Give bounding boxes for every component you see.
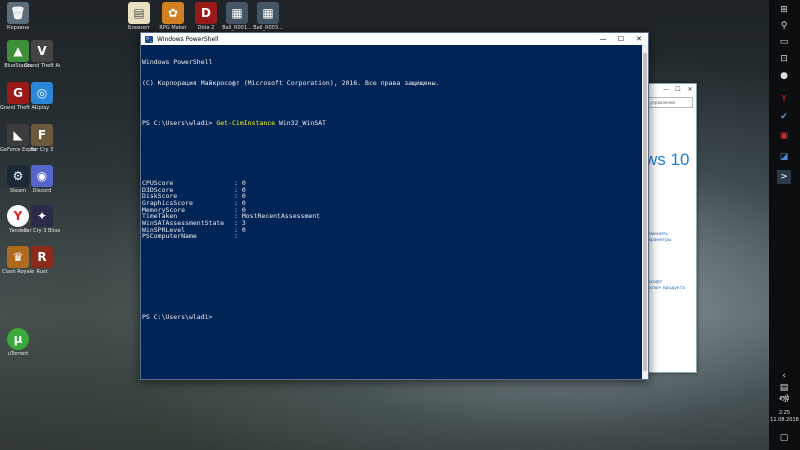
desktop-icon-ball-2[interactable]: ▦ Ball_R003...	[250, 2, 286, 31]
desktop-icon-label: Rust	[36, 269, 48, 275]
recycle-bin-icon: 🗑	[7, 2, 29, 24]
rust-icon: R	[31, 246, 53, 268]
bg-window-titlebar[interactable]: — ☐ ✕	[641, 84, 696, 94]
winsat-value: MostRecentAssessment	[241, 212, 321, 221]
desktop-icon-label: uTorrent	[7, 351, 29, 357]
vertical-scrollbar[interactable]	[642, 45, 648, 379]
taskbar-app-icon-2[interactable]: ▣	[777, 129, 791, 143]
minimize-button[interactable]: —	[660, 86, 672, 93]
desktop-icon-notepad[interactable]: ▤ Блокнот	[121, 2, 157, 31]
maximize-button[interactable]: ☐	[612, 35, 630, 43]
taskbar: ⊞ ⚲ ▭ ⊡ ● Y ✔ ▣ ◪ > ‹ ▤ ◁) РУС 2:25 11.0…	[769, 0, 800, 450]
dota2-icon: D	[195, 2, 217, 24]
yandex-browser-icon[interactable]: Y	[777, 92, 791, 106]
rpg-maker-icon: ✿	[162, 2, 184, 24]
maximize-button[interactable]: ☐	[672, 86, 684, 93]
desktop-icon-label: Ball_R003...	[253, 25, 283, 31]
desktop-icon-label: Корзина	[6, 25, 30, 31]
desktop-icon-label: Grand Theft Auto V	[24, 63, 60, 69]
desktop-icon-utorrent[interactable]: µ uTorrent	[0, 328, 36, 357]
taskbar-app-icon[interactable]: ✔	[777, 110, 791, 124]
desktop-icon-uplay[interactable]: ◎ Uplay	[24, 82, 60, 111]
utorrent-icon: µ	[7, 328, 29, 350]
desktop-icon-label: Far Cry 3	[30, 147, 54, 153]
desktop-icon-blood-dragon[interactable]: ✦ Far Cry 3 Blood Dragon	[24, 205, 60, 234]
search-icon[interactable]: ⚲	[777, 19, 791, 33]
window-title: Windows PowerShell	[157, 35, 219, 43]
command-name: Get-CimInstance	[216, 118, 276, 127]
settings-search-input[interactable]: управление	[647, 97, 693, 108]
language-indicator[interactable]: РУС	[769, 396, 800, 402]
desktop-icon-farcry3[interactable]: F Far Cry 3	[24, 124, 60, 153]
file-icon: ▦	[226, 2, 248, 24]
desktop-icon-label: RPG Maker	[159, 25, 187, 31]
scrollbar-thumb[interactable]	[643, 53, 647, 371]
copyright-line: (C) Корпорация Майкрософт (Microsoft Cor…	[142, 78, 440, 87]
winsat-row: PSComputerName:	[142, 233, 641, 240]
desktop-icon-rpg-maker[interactable]: ✿ RPG Maker	[155, 2, 191, 31]
desktop-icon-label: Блокнот	[128, 25, 150, 31]
winsat-row: WinSPRLevel: 0	[142, 225, 641, 234]
desktop-icon-discord[interactable]: ◉ Discord	[24, 165, 60, 194]
settings-link-product-key[interactable]: я ключ продукта	[641, 286, 696, 292]
desktop-icon-recycle-bin[interactable]: 🗑 Корзина	[0, 2, 36, 31]
minimize-button[interactable]: —	[594, 35, 612, 43]
windows10-brand-text: ws 10	[645, 150, 690, 169]
current-prompt[interactable]: PS C:\Users\wladi>	[142, 314, 641, 321]
close-button[interactable]: ✕	[630, 35, 648, 43]
desktop-icon-gta5[interactable]: V Grand Theft Auto V	[24, 40, 60, 69]
file-explorer-icon[interactable]: ◪	[777, 150, 791, 164]
winsat-row: DiskScore: 0	[142, 193, 641, 200]
windows-store-icon[interactable]: ⊡	[777, 52, 791, 66]
prompt: PS C:\Users\wladi>	[142, 118, 217, 127]
console-output[interactable]: Windows PowerShell (C) Корпорация Майкро…	[141, 45, 642, 379]
cortana-icon[interactable]: ●	[777, 69, 791, 83]
command-argument: Win32_WinSAT	[275, 118, 326, 127]
discord-icon: ◉	[31, 165, 53, 187]
powershell-window[interactable]: >_ Windows PowerShell — ☐ ✕ Windows Powe…	[140, 32, 649, 380]
gta5-icon: V	[31, 40, 53, 62]
uplay-icon: ◎	[31, 82, 53, 104]
clock-date[interactable]: 11.08.2018	[769, 417, 800, 423]
clock-time[interactable]: 2:25	[769, 410, 800, 416]
winsat-separator: :	[234, 232, 242, 241]
desktop-icon-label: Uplay	[34, 105, 50, 111]
powershell-taskbar-icon[interactable]: >	[777, 170, 791, 184]
winsat-row: GraphicsScore: 0	[142, 200, 641, 207]
blood-dragon-icon: ✦	[31, 205, 53, 227]
winsat-value: 0	[241, 225, 246, 234]
winsat-key: PSComputerName	[142, 232, 197, 241]
start-button[interactable]: ⊞	[777, 3, 791, 17]
file-icon: ▦	[257, 2, 279, 24]
banner-line: Windows PowerShell	[142, 58, 213, 67]
winsat-row: WinSATAssessmentState: 3	[142, 220, 641, 227]
close-button[interactable]: ✕	[684, 86, 696, 93]
powershell-titlebar[interactable]: >_ Windows PowerShell — ☐ ✕	[141, 33, 648, 45]
winsat-output: CPUScore: 0 D3DScore: 0 DiskScore: 0 Graphi…	[142, 180, 641, 240]
farcry3-icon: F	[31, 124, 53, 146]
desktop-icon-label: Far Cry 3 Blood Dragon	[24, 228, 60, 234]
notification-icon[interactable]: ▢	[777, 431, 791, 445]
desktop-icon-rust[interactable]: R Rust	[24, 246, 60, 275]
winsat-row: MemoryScore: 0	[142, 206, 641, 214]
command-line: PS C:\Users\wladi> Get-CimInstance Win32…	[142, 118, 641, 127]
winsat-row: CPUScore: 0	[142, 180, 641, 187]
notepad-icon: ▤	[128, 2, 150, 24]
desktop-icon-label: Discord	[32, 188, 52, 194]
task-view-icon[interactable]: ▭	[777, 35, 791, 49]
winsat-row: D3DScore: 0	[142, 186, 641, 194]
powershell-icon: >_	[145, 35, 153, 43]
